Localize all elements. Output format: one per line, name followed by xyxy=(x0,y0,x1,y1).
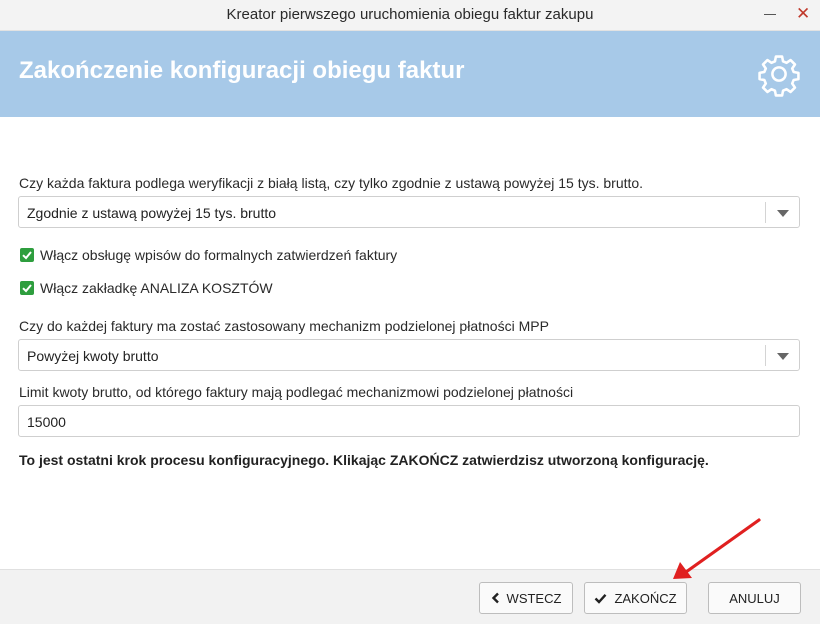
footer-bar: WSTECZ ZAKOŃCZ ANULUJ xyxy=(0,569,820,624)
select-divider xyxy=(765,202,766,223)
window-title: Kreator pierwszego uruchomienia obiegu f… xyxy=(226,6,594,23)
final-step-note: To jest ostatni krok procesu konfiguracy… xyxy=(19,452,709,468)
whitelist-select-value: Zgodnie z ustawą powyżej 15 tys. brutto xyxy=(27,205,277,221)
mpp-select-value: Powyżej kwoty brutto xyxy=(27,348,159,364)
limit-input[interactable]: 15000 xyxy=(18,405,800,437)
close-icon[interactable]: ✕ xyxy=(796,4,810,24)
cancel-button-label: ANULUJ xyxy=(729,590,780,606)
whitelist-question-label: Czy każda faktura podlega weryfikacji z … xyxy=(19,175,644,191)
whitelist-select[interactable]: Zgodnie z ustawą powyżej 15 tys. brutto xyxy=(18,196,800,228)
checkbox-checked-icon[interactable] xyxy=(20,281,34,295)
back-button-label: WSTECZ xyxy=(506,590,562,606)
finish-button-label: ZAKOŃCZ xyxy=(614,590,677,606)
gear-icon xyxy=(758,55,800,97)
chevron-down-icon[interactable] xyxy=(777,353,789,360)
page-header: Zakończenie konfiguracji obiegu faktur xyxy=(0,31,820,117)
checkbox-formal-approvals-label: Włącz obsługę wpisów do formalnych zatwi… xyxy=(40,247,398,263)
select-divider xyxy=(765,345,766,366)
back-button[interactable]: WSTECZ xyxy=(479,582,573,614)
mpp-select[interactable]: Powyżej kwoty brutto xyxy=(18,339,800,371)
chevron-down-icon[interactable] xyxy=(777,210,789,217)
cancel-button[interactable]: ANULUJ xyxy=(708,582,801,614)
checkmark-icon xyxy=(594,593,607,604)
page-title: Zakończenie konfiguracji obiegu faktur xyxy=(19,57,465,84)
checkbox-cost-analysis-label: Włącz zakładkę ANALIZA KOSZTÓW xyxy=(40,280,273,296)
limit-input-value: 15000 xyxy=(27,414,66,430)
checkbox-checked-icon[interactable] xyxy=(20,248,34,262)
minimize-icon[interactable] xyxy=(764,14,776,15)
window-title-bar: Kreator pierwszego uruchomienia obiegu f… xyxy=(0,0,820,31)
finish-button[interactable]: ZAKOŃCZ xyxy=(584,582,687,614)
limit-label: Limit kwoty brutto, od którego faktury m… xyxy=(19,384,574,400)
mpp-question-label: Czy do każdej faktury ma zostać zastosow… xyxy=(19,318,549,334)
chevron-left-icon xyxy=(491,592,500,604)
